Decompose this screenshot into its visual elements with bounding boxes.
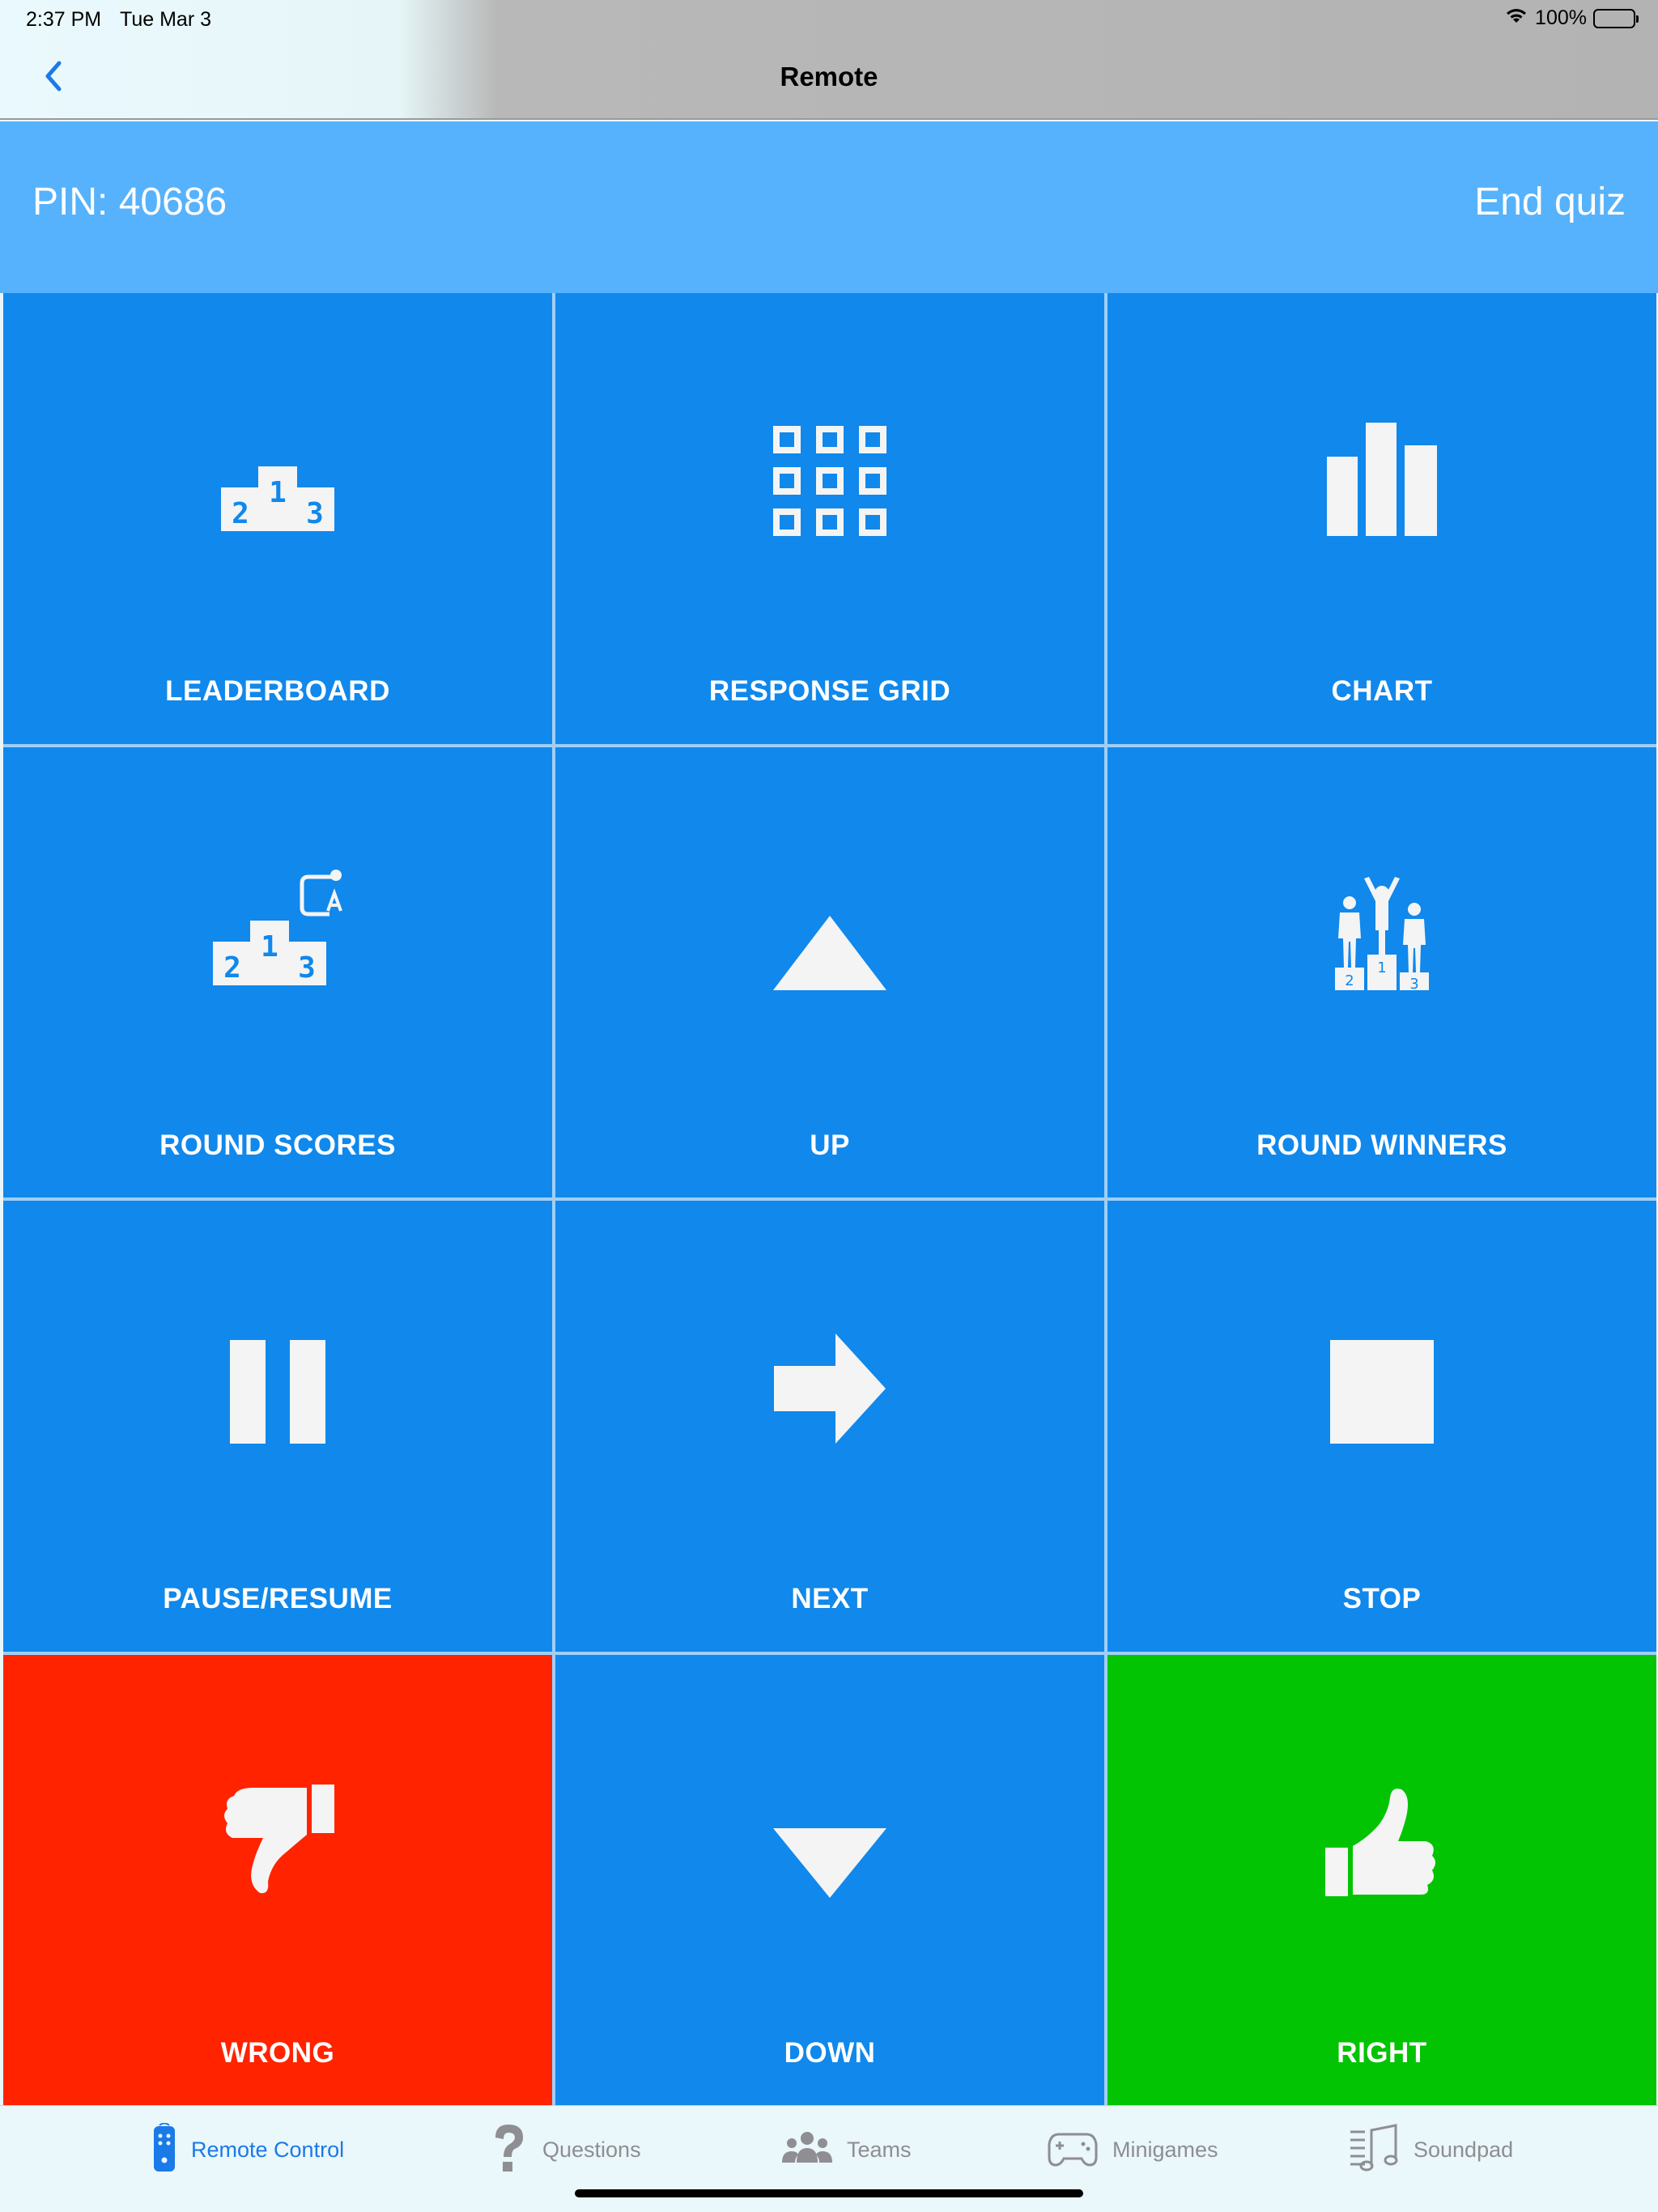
battery-percent: 100%: [1535, 6, 1587, 29]
tile-label: CHART: [1331, 675, 1433, 707]
tile-label: UP: [810, 1129, 850, 1161]
podium-number-1: 1: [269, 476, 287, 509]
right-button[interactable]: RIGHT: [1107, 1654, 1656, 2105]
up-button[interactable]: UP: [555, 747, 1104, 1197]
pause-icon: [230, 1340, 325, 1444]
tab-label: Questions: [542, 2137, 641, 2162]
podium-icon: 2 1 3: [221, 463, 334, 536]
podium-number-3: 3: [306, 497, 324, 530]
people-icon: [782, 2130, 832, 2170]
triangle-up-icon: [773, 915, 886, 990]
remote-icon: [152, 2122, 176, 2177]
status-indicators: 100%: [1504, 6, 1639, 30]
response-grid-button[interactable]: RESPONSE GRID: [555, 293, 1104, 744]
leaderboard-button[interactable]: 2 1 3 LEADERBOARD: [3, 293, 552, 744]
quiz-header: PIN: 40686 End quiz: [0, 121, 1658, 293]
round-winners-button[interactable]: 2 1 3 ROUND WINNERS: [1107, 747, 1656, 1197]
quiz-pin: PIN: 40686: [32, 181, 227, 223]
gamepad-icon: [1048, 2129, 1098, 2171]
chart-button[interactable]: CHART: [1107, 293, 1656, 744]
tab-questions[interactable]: Questions: [489, 2124, 641, 2176]
down-button[interactable]: DOWN: [555, 1654, 1104, 2105]
tab-soundpad[interactable]: Soundpad: [1349, 2123, 1514, 2176]
wrong-button[interactable]: WRONG: [3, 1654, 552, 2105]
tile-label: STOP: [1342, 1583, 1422, 1614]
podium-number-2: 2: [232, 497, 249, 530]
tab-label: Remote Control: [191, 2137, 345, 2162]
podium-number-3: 3: [298, 951, 316, 985]
wifi-icon: [1504, 6, 1528, 30]
home-indicator: [575, 2189, 1083, 2197]
tab-label: Teams: [847, 2137, 912, 2162]
tile-label: RIGHT: [1337, 2036, 1427, 2069]
tile-label: ROUND SCORES: [159, 1129, 396, 1161]
remote-control-grid: 2 1 3 LEADERBOARD RESPONSE GRID CHART 2 …: [3, 293, 1656, 2105]
winners-number-3: 3: [1409, 976, 1418, 990]
end-quiz-button[interactable]: End quiz: [1474, 180, 1626, 224]
tile-label: PAUSE/RESUME: [163, 1583, 393, 1614]
winners-number-2: 2: [1345, 972, 1354, 989]
arrow-right-icon: [774, 1334, 886, 1444]
next-button[interactable]: NEXT: [555, 1201, 1104, 1652]
round-podium-icon: 2 1 3: [213, 869, 359, 990]
thumbs-down-icon: [221, 1784, 334, 1898]
winners-podium-icon: 2 1 3: [1333, 876, 1431, 990]
tile-label: LEADERBOARD: [165, 675, 390, 707]
battery-icon: [1593, 8, 1639, 28]
triangle-down-icon: [773, 1827, 886, 1898]
tile-label: NEXT: [791, 1583, 869, 1614]
pause-resume-button[interactable]: PAUSE/RESUME: [3, 1201, 552, 1652]
bar-chart-icon: [1327, 423, 1437, 536]
winners-number-1: 1: [1377, 959, 1386, 976]
page-title: Remote: [780, 62, 878, 91]
tile-label: RESPONSE GRID: [708, 675, 951, 707]
podium-number-2: 2: [223, 951, 241, 985]
music-note-icon: [1349, 2123, 1399, 2176]
round-scores-button[interactable]: 2 1 3 ROUND SCORES: [3, 747, 552, 1197]
navigation-bar: 2:37 PM Tue Mar 3 100% Remote: [0, 0, 1658, 120]
tile-label: WRONG: [220, 2036, 335, 2069]
tab-label: Minigames: [1112, 2137, 1218, 2162]
podium-number-1: 1: [261, 930, 278, 963]
status-time: 2:37 PM: [26, 8, 102, 31]
status-date: Tue Mar 3: [120, 8, 212, 31]
tile-label: ROUND WINNERS: [1256, 1129, 1507, 1161]
question-icon: [489, 2123, 528, 2177]
thumbs-up-icon: [1325, 1784, 1439, 1898]
stop-icon: [1330, 1340, 1434, 1444]
tile-label: DOWN: [784, 2036, 876, 2069]
tab-teams[interactable]: Teams: [782, 2124, 912, 2176]
tab-minigames[interactable]: Minigames: [1048, 2124, 1218, 2176]
stop-button[interactable]: STOP: [1107, 1201, 1656, 1652]
tab-remote-control[interactable]: Remote Control: [152, 2122, 345, 2177]
grid-icon: [773, 426, 886, 536]
tab-label: Soundpad: [1414, 2137, 1514, 2162]
